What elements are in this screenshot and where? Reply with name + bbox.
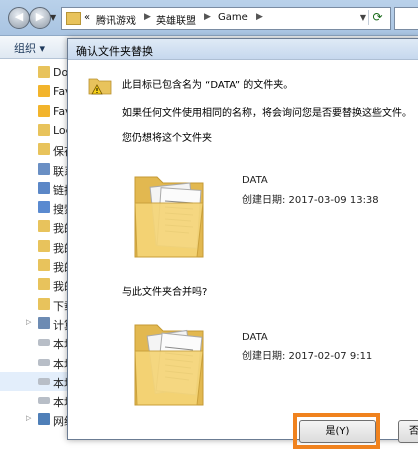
nav-item[interactable]: 下载 (0, 295, 75, 314)
nav-item[interactable]: Fav (0, 102, 72, 121)
target-folder-name: DATA (242, 332, 268, 343)
dialog-title-bar[interactable]: 确认文件夹替换 (68, 39, 418, 60)
address-history-dropdown-icon[interactable]: ▼ (360, 13, 366, 22)
nav-item-label: Do (53, 66, 69, 79)
message-already-contains: 此目标已包含名为 “DATA” 的文件夹。 (122, 80, 294, 91)
star-folder-icon (38, 104, 50, 117)
message-replace-files: 如果任何文件使用相同的名称，将会询问您是否要替换这些文件。 (122, 108, 412, 119)
breadcrumb-separator-icon[interactable]: ▶ (144, 12, 151, 22)
drive-icon (38, 397, 50, 405)
warning-folder-icon (88, 78, 112, 95)
download-icon (38, 297, 50, 310)
folder-icon (38, 66, 50, 78)
organize-menu-button[interactable]: 组织 ▾ (14, 40, 45, 56)
network-icon (38, 413, 50, 426)
breadcrumb-item-tencent-games[interactable]: 腾讯游戏 (96, 12, 136, 27)
breadcrumb-item-game[interactable]: Game (218, 12, 248, 23)
source-folder-icon (134, 176, 204, 258)
nav-item[interactable]: 本地 (0, 371, 75, 391)
nav-item[interactable]: 搜索 (0, 198, 75, 217)
breadcrumb-prefix[interactable]: « (84, 12, 90, 23)
question-merge-this: 您仍想将这个文件夹 (122, 133, 212, 144)
nav-item[interactable]: 我的 (0, 275, 75, 294)
nav-item[interactable]: Do (0, 63, 72, 82)
drive-icon (38, 339, 50, 347)
breadcrumb-separator-icon[interactable]: ▶ (204, 12, 211, 22)
refresh-icon[interactable]: ⟳ (368, 10, 386, 25)
folder-icon (38, 259, 50, 271)
nav-item[interactable]: 我的 (0, 237, 75, 256)
search-folder-icon (38, 201, 50, 214)
folder-icon (38, 123, 50, 136)
expand-arrow-icon[interactable]: ▷ (26, 318, 31, 326)
folder-icon (38, 143, 50, 156)
target-folder-date: 创建日期: 2017-02-07 9:11 (242, 351, 373, 362)
contacts-icon (38, 162, 50, 175)
expand-arrow-icon[interactable]: ▷ (26, 414, 31, 422)
nav-item[interactable]: 保存 (0, 140, 75, 159)
explorer-title-bar: ◀ ▶ ▼ « 腾讯游戏 ▶ 英雄联盟 ▶ Game ▶ ▼ ⟳ (0, 0, 418, 36)
address-bar[interactable]: « 腾讯游戏 ▶ 英雄联盟 ▶ Game ▶ ▼ ⟳ (61, 7, 391, 30)
dialog-title: 确认文件夹替换 (76, 45, 153, 58)
folder-icon (38, 220, 50, 233)
nav-item[interactable]: 我的 (0, 256, 75, 275)
nav-item[interactable]: Loc (0, 121, 72, 140)
folder-icon (66, 12, 81, 25)
nav-item[interactable]: ▷ 网络 (0, 410, 75, 429)
nav-item[interactable]: 我的 (0, 217, 75, 236)
breadcrumb-item-lol[interactable]: 英雄联盟 (156, 12, 196, 27)
nav-item[interactable]: 链接 (0, 179, 75, 198)
drive-icon (38, 358, 50, 366)
nav-item[interactable]: 本地 (0, 353, 75, 372)
nav-item[interactable]: ▷ 计算 (0, 314, 75, 333)
confirm-folder-replace-dialog: 确认文件夹替换 此目标已包含名为 “DATA” 的文件夹。 如果任何文件使用相同… (67, 38, 418, 449)
computer-icon (38, 316, 50, 329)
source-folder-name: DATA (242, 175, 268, 186)
drive-icon (38, 377, 50, 385)
forward-arrow-icon: ▶ (35, 10, 45, 23)
links-icon (38, 181, 50, 194)
yes-button[interactable]: 是(Y) (299, 420, 376, 443)
question-merge-with: 与此文件夹合并吗? (122, 287, 208, 298)
folder-icon (38, 239, 50, 252)
breadcrumb-separator-icon[interactable]: ▶ (256, 12, 263, 22)
back-button[interactable]: ◀ (8, 7, 30, 29)
nav-item[interactable]: 联系 (0, 160, 75, 179)
no-button[interactable]: 否 (398, 420, 418, 443)
source-folder-date: 创建日期: 2017-03-09 13:38 (242, 195, 379, 206)
target-folder-icon (134, 324, 204, 406)
back-arrow-icon: ◀ (14, 10, 24, 23)
folder-icon (38, 278, 50, 291)
recent-pages-dropdown-icon[interactable]: ▼ (50, 13, 56, 22)
forward-button[interactable]: ▶ (29, 7, 51, 29)
nav-item[interactable]: 本地 (0, 333, 75, 352)
dialog-body: 此目标已包含名为 “DATA” 的文件夹。 如果任何文件使用相同的名称，将会询问… (68, 60, 418, 449)
search-input[interactable] (394, 7, 418, 30)
star-folder-icon (38, 85, 50, 98)
nav-item[interactable]: Fav (0, 82, 72, 101)
nav-item[interactable]: 本地 (0, 391, 75, 410)
navigation-pane: Do Fav Fav Loc 保存 联系 链接 搜索 我的 我的 我的 我的 下载 ▷ 计算 本地 本地 本地 本地… (0, 59, 75, 438)
